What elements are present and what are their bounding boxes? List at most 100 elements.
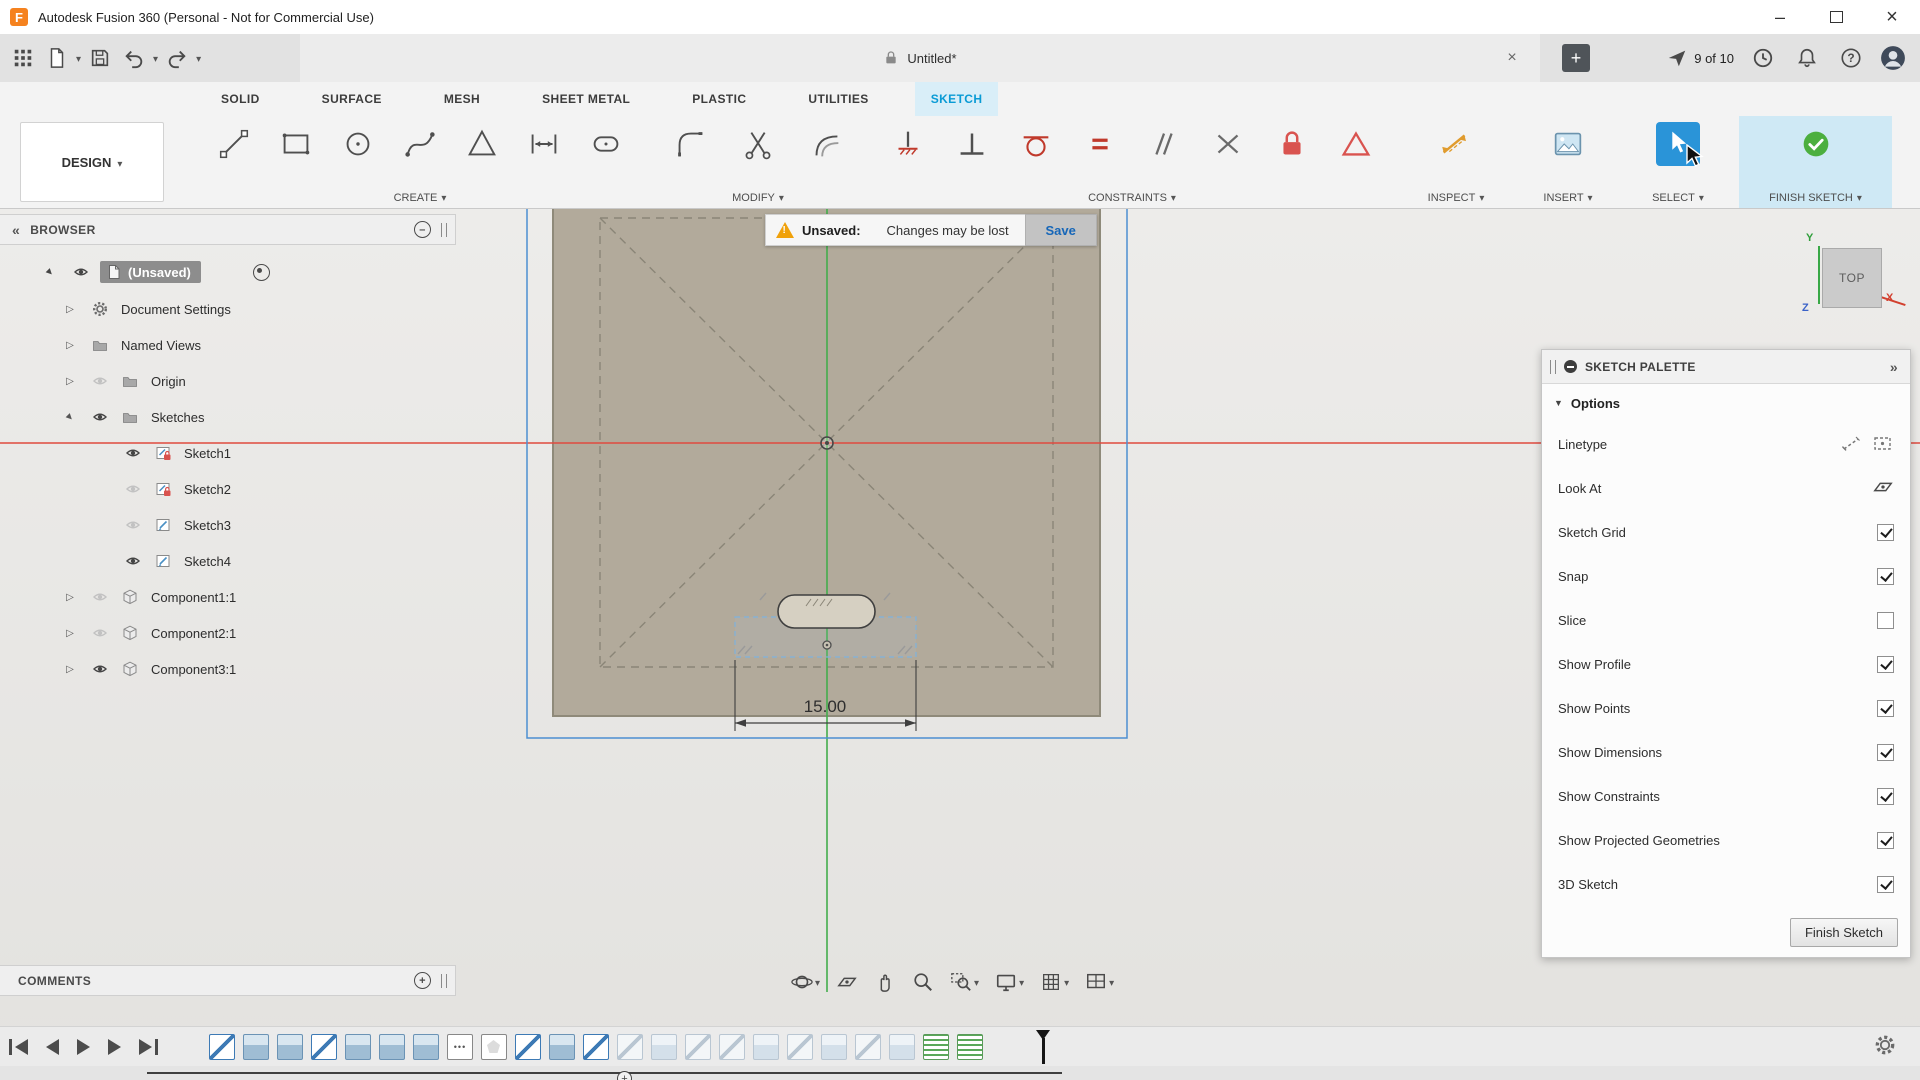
save-icon[interactable] [85,43,115,73]
ghost-solid[interactable] [821,1034,847,1060]
browser-item[interactable]: Document Settings [0,291,456,327]
caret-icon[interactable] [974,973,979,991]
checkbox[interactable] [1877,612,1894,629]
sketch[interactable] [311,1034,337,1060]
visibility-eye-icon[interactable] [118,445,148,461]
browser-item[interactable]: Origin [0,363,456,399]
view-cube-top-face[interactable]: TOP [1822,248,1882,308]
caret-icon[interactable] [1064,973,1069,991]
create-group-label[interactable]: CREATE [394,192,447,204]
caret-icon[interactable] [1109,973,1114,991]
caret-icon[interactable] [1019,973,1024,991]
checkbox[interactable] [1877,744,1894,761]
thread[interactable] [957,1034,983,1060]
browser-item[interactable]: Sketch4 [0,543,456,579]
timeline-zoom-plus-icon[interactable] [617,1071,632,1080]
visibility-eye-icon[interactable] [85,589,115,605]
active-document-pill[interactable]: (Unsaved) [100,261,201,283]
inspect-group-label[interactable]: INSPECT [1428,192,1485,204]
file-menu-caret-icon[interactable] [76,49,81,67]
notifications-bell-icon[interactable] [1792,43,1822,73]
panel-grip-icon[interactable] [441,974,447,988]
caret-icon[interactable] [815,973,820,991]
activity-clock-icon[interactable] [1748,43,1778,73]
checkbox[interactable] [1877,832,1894,849]
poly[interactable] [481,1034,507,1060]
visibility-eye-icon[interactable] [85,409,115,425]
undo-caret-icon[interactable] [153,49,158,67]
sketch2[interactable]: Sketch2 [184,482,231,497]
expand-arrow-icon[interactable] [55,304,85,315]
checkbox[interactable] [1877,656,1894,673]
sketch[interactable] [583,1034,609,1060]
ghost-solid[interactable] [753,1034,779,1060]
pattern[interactable] [447,1034,473,1060]
browser-item[interactable]: Sketch3 [0,507,456,543]
thread[interactable] [923,1034,949,1060]
visibility-eye-icon[interactable] [118,517,148,533]
timeline-go-to-end-button[interactable] [130,1027,167,1067]
finish-sketch-check-icon[interactable] [1794,122,1838,166]
origin[interactable]: Origin [151,374,186,389]
finish-sketch-group[interactable]: FINISH SKETCH [1739,116,1892,208]
sketch-palette-header[interactable]: SKETCH PALETTE [1542,350,1910,384]
options-section-header[interactable]: Options [1542,384,1910,422]
ghost-sketch[interactable] [617,1034,643,1060]
expand-arrow-icon[interactable] [55,340,85,351]
browser-item[interactable]: Named Views [0,327,456,363]
checkbox[interactable] [1877,700,1894,717]
visibility-eye-icon[interactable] [118,481,148,497]
visibility-eye-icon[interactable] [118,553,148,569]
save-button[interactable]: Save [1025,214,1097,246]
component3-1[interactable]: Component3:1 [151,662,236,677]
solid[interactable] [243,1034,269,1060]
mesh[interactable]: MESH [428,82,496,116]
insert-image-tool[interactable] [1546,122,1590,166]
checkbox[interactable] [1877,876,1894,893]
palette-collapse-icon[interactable] [1890,359,1898,375]
solid[interactable] [549,1034,575,1060]
browser-item[interactable]: Sketch1 [0,435,456,471]
sketch[interactable] [515,1034,541,1060]
origin-point[interactable] [821,437,833,449]
slot-profile[interactable] [778,595,875,628]
dimension-value[interactable]: 15.00 [804,697,847,716]
select-group-label[interactable]: SELECT [1652,192,1704,204]
maximize-button[interactable] [1808,0,1864,34]
browser-root-item[interactable]: (Unsaved) [0,253,456,291]
new-tab-button[interactable] [1562,44,1590,72]
add-comment-icon[interactable] [414,972,431,989]
design-workspace-dropdown[interactable]: DESIGN [20,122,164,202]
timeline-scrub-track[interactable] [147,1072,1062,1074]
slot-center-point[interactable] [823,641,831,649]
expand-arrow-icon[interactable] [55,592,85,603]
document-tab[interactable]: Untitled* [300,34,1540,82]
component2-1[interactable]: Component2:1 [151,626,236,641]
collapse-panel-icon[interactable] [0,222,30,238]
file-menu-icon[interactable] [42,43,72,73]
sheet-metal[interactable]: SHEET METAL [526,82,646,116]
timeline-play-button[interactable] [68,1027,99,1067]
browser-item[interactable]: Sketches [0,399,456,435]
expand-arrow-icon[interactable] [55,664,85,675]
solid[interactable] [379,1034,405,1060]
utilities[interactable]: UTILITIES [792,82,884,116]
sketch4[interactable]: Sketch4 [184,554,231,569]
timeline-step-forward-button[interactable] [99,1027,130,1067]
sketches[interactable]: Sketches [151,410,204,425]
redo-caret-icon[interactable] [196,49,201,67]
browser-item[interactable]: Sketch2 [0,471,456,507]
root-expand-icon[interactable] [34,267,66,278]
visibility-eye-icon[interactable] [85,625,115,641]
redo-icon[interactable] [162,43,192,73]
root-visibility-eye-icon[interactable] [66,264,96,280]
document-settings[interactable]: Document Settings [121,302,231,317]
solid[interactable] [345,1034,371,1060]
browser-item[interactable]: Component3:1 [0,651,456,687]
checkbox[interactable] [1877,524,1894,541]
checkbox[interactable] [1877,568,1894,585]
palette-grip-icon[interactable] [1550,360,1556,374]
ghost-sketch[interactable] [719,1034,745,1060]
visibility-eye-icon[interactable] [85,661,115,677]
finish-sketch-label[interactable]: FINISH SKETCH [1769,192,1862,204]
